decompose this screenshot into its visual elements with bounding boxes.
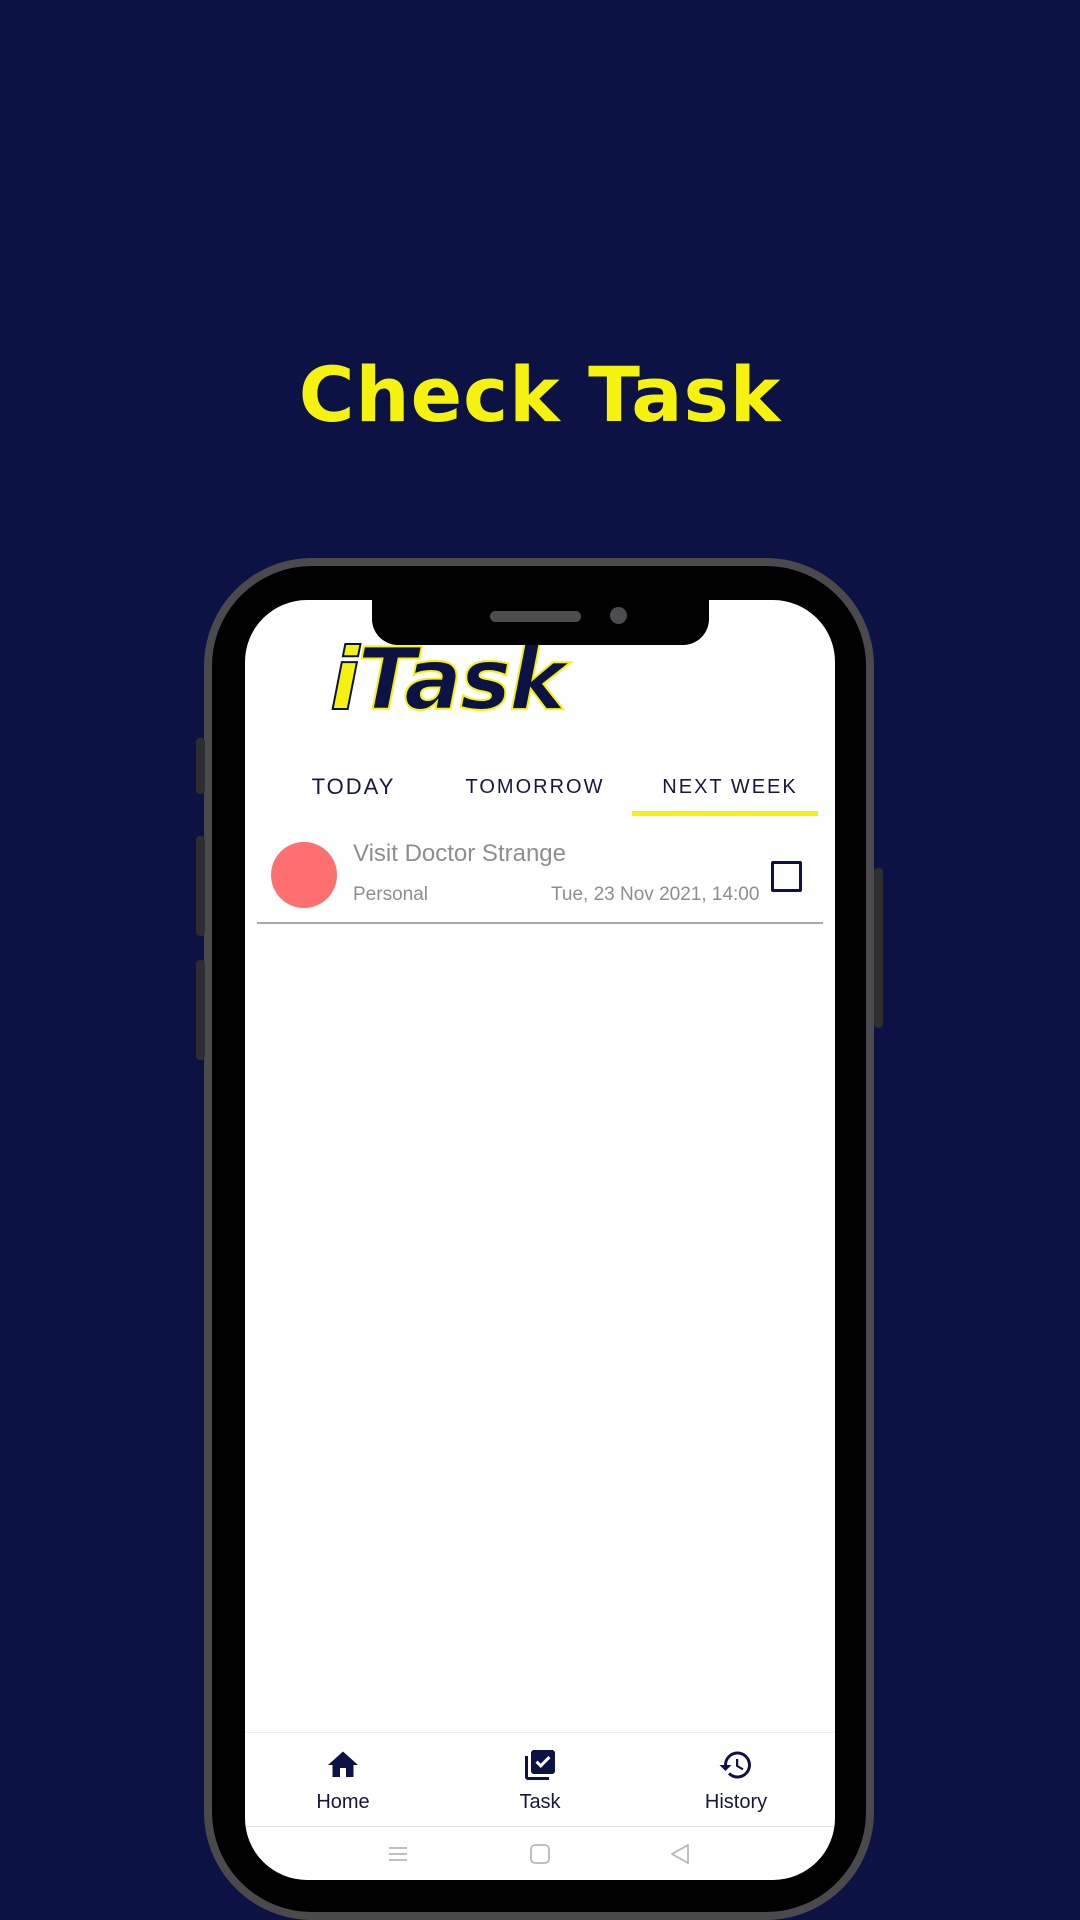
tab-today[interactable]: TODAY bbox=[245, 763, 462, 811]
task-check-icon bbox=[525, 1750, 555, 1780]
logo-text: Task bbox=[356, 629, 567, 731]
nav-history[interactable]: History bbox=[638, 1733, 834, 1827]
tab-next-week[interactable]: NEXT WEEK bbox=[630, 763, 830, 811]
nav-task[interactable]: Task bbox=[442, 1733, 638, 1827]
task-due-date: Tue, 23 Nov 2021, 14:00 bbox=[551, 884, 760, 905]
phone-screen: iTask TODAY TOMORROW NEXT WEEK Visit Doc… bbox=[245, 600, 835, 1880]
page-headline: Check Task bbox=[298, 350, 782, 439]
phone-camera bbox=[610, 607, 627, 624]
phone-mute-button bbox=[196, 738, 205, 794]
back-triangle-icon[interactable] bbox=[669, 1843, 691, 1865]
logo-i: i bbox=[329, 629, 361, 731]
tab-selected-indicator bbox=[632, 811, 818, 816]
task-category: Personal bbox=[353, 884, 428, 905]
phone-volume-down-button bbox=[196, 960, 205, 1060]
nav-home[interactable]: Home bbox=[245, 1733, 441, 1827]
task-color-dot bbox=[271, 842, 337, 908]
task-row[interactable]: Visit Doctor Strange Personal Tue, 23 No… bbox=[257, 830, 823, 924]
home-icon bbox=[328, 1751, 358, 1777]
tab-tomorrow[interactable]: TOMORROW bbox=[435, 763, 635, 811]
phone-speaker bbox=[490, 611, 581, 622]
nav-history-label: History bbox=[704, 1791, 768, 1813]
nav-task-label: Task bbox=[519, 1791, 561, 1813]
task-title: Visit Doctor Strange bbox=[353, 840, 566, 867]
menu-icon[interactable] bbox=[387, 1843, 409, 1865]
phone-volume-up-button bbox=[196, 836, 205, 936]
app-logo: iTask bbox=[329, 629, 567, 731]
nav-home-label: Home bbox=[316, 1791, 370, 1813]
home-square-icon[interactable] bbox=[529, 1843, 551, 1865]
phone-power-button bbox=[874, 868, 883, 1028]
system-navigation-bar bbox=[245, 1826, 835, 1880]
bottom-navigation: Home Task History bbox=[245, 1732, 835, 1827]
history-icon bbox=[719, 1751, 751, 1779]
task-checkbox[interactable] bbox=[771, 861, 802, 892]
